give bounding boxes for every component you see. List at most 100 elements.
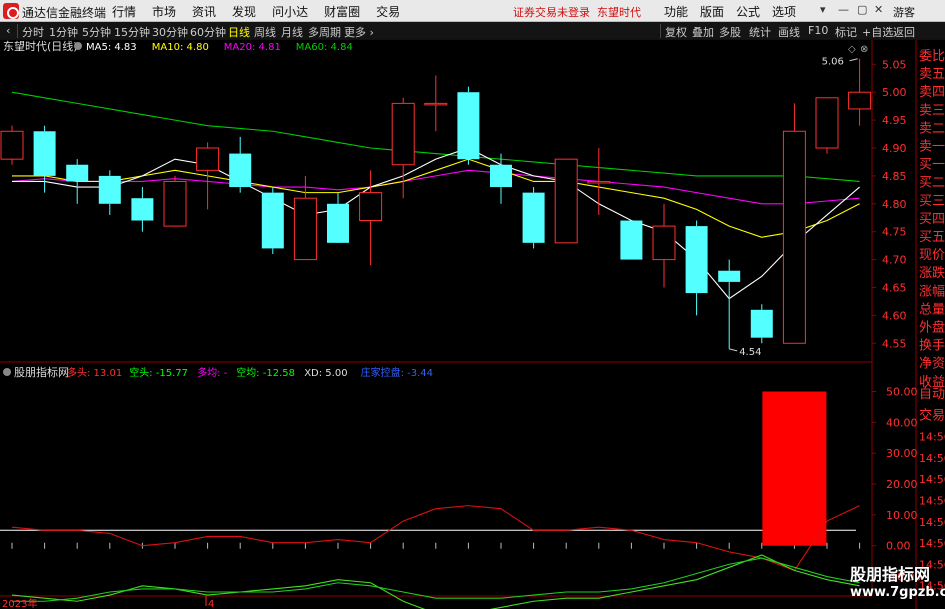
guest-label[interactable]: 游客 [893, 4, 915, 20]
side-tab2-5: 14:56 [919, 495, 945, 508]
tool-draw[interactable]: 画线 [778, 24, 800, 40]
x-label-year: 2023年 [2, 597, 37, 609]
price-tick-label: 4.95 [882, 114, 907, 127]
side-tab-12: 涨跌 [919, 265, 945, 281]
tool-adjust[interactable]: 复权 [665, 24, 687, 40]
chart-area[interactable]: 5.05 5.00 4.95 4.90 4.85 4.80 4.75 4.70 4.65 4.60… [0, 40, 945, 609]
price-tick-label: 4.75 [882, 226, 907, 239]
period-tab-weekly[interactable]: 周线 [254, 24, 276, 40]
toolbar-left-arrow-icon[interactable]: ‹ [6, 24, 10, 37]
candle [718, 259, 741, 349]
candle [685, 220, 708, 316]
tool-f10[interactable]: F10 [808, 24, 828, 37]
menu-function[interactable]: 功能 [664, 3, 688, 20]
side-tab-13: 涨幅 [919, 284, 945, 299]
side-tab-11: 现价 [919, 248, 945, 263]
candle-body [815, 97, 839, 149]
side-tab-8: 买三 [919, 194, 945, 209]
candle-body [750, 309, 773, 338]
menu-options[interactable]: 选项 [772, 3, 796, 20]
candle-body [848, 91, 872, 110]
candle-body [66, 164, 89, 182]
period-tab-15min[interactable]: 15分钟 [114, 24, 150, 40]
period-tab-60min[interactable]: 60分钟 [190, 24, 226, 40]
tool-add-watchlist[interactable]: +自选 [862, 24, 893, 40]
login-status[interactable]: 证券交易未登录 东望时代 [513, 4, 641, 20]
ind-tick-label: 20.00 [886, 478, 918, 491]
side-tab2-2: 14:56 [919, 431, 945, 444]
menu-formula[interactable]: 公式 [736, 3, 760, 20]
indicator-legend-0: 多头: 13.01 [67, 366, 122, 379]
price-tick-label: 4.85 [882, 170, 907, 183]
price-tick-label: 4.60 [882, 309, 907, 322]
ma-legend-2: MA20: 4.81 [224, 42, 281, 53]
candle [424, 75, 448, 132]
close-icon[interactable]: ✕ [874, 3, 883, 16]
side-tab2-1: 交易 [919, 407, 945, 423]
candle [163, 175, 187, 227]
side-tab-15: 外盘 [919, 320, 945, 336]
tool-overlay[interactable]: 叠加 [692, 24, 714, 40]
indicator-legend-1: 空头: -15.77 [129, 366, 188, 379]
period-tab-minute[interactable]: 分时 [22, 24, 44, 40]
tool-statistics[interactable]: 统计 [749, 24, 771, 40]
stock-label: 东望时代(日线) [3, 40, 78, 53]
tool-mark[interactable]: 标记 [835, 24, 857, 40]
minimize-icon[interactable]: — [838, 3, 849, 16]
period-tab-more[interactable]: 更多 › [344, 24, 374, 40]
side-tab2-3: 14:56 [919, 452, 945, 465]
menu-news[interactable]: 资讯 [192, 3, 216, 20]
ma-legend-0: MA5: 4.83 [86, 42, 137, 53]
window-list-icon[interactable]: ▾ [820, 3, 826, 16]
menu-discover[interactable]: 发现 [232, 3, 256, 20]
indicator-name: 股朋指标网 [14, 365, 69, 379]
period-tab-1min[interactable]: 1分钟 [49, 24, 78, 40]
candle-body [782, 130, 806, 344]
menu-ask[interactable]: 问小达 [272, 3, 308, 20]
menu-trade[interactable]: 交易 [376, 3, 400, 20]
side-tab-0: 委比 [919, 49, 945, 64]
candle-body [359, 192, 383, 222]
candle [848, 58, 872, 126]
candle-body [327, 203, 349, 243]
candle-body [196, 147, 220, 171]
side-tab-4: 卖二 [919, 121, 945, 136]
candle [261, 187, 284, 254]
side-tab2-0: 自动 [919, 387, 945, 402]
ind-tick-label: 10.00 [886, 509, 918, 522]
tool-multi-stock[interactable]: 多股 [719, 24, 741, 40]
panel-diamond-icon: ◇ [848, 44, 856, 55]
candle-body [163, 180, 187, 227]
menu-market[interactable]: 行情 [112, 3, 136, 20]
side-tab2-6: 14:56 [919, 516, 945, 529]
app-logo-icon [3, 3, 19, 19]
candle-body [33, 131, 56, 176]
candle [196, 142, 220, 210]
indicator-green2-line [12, 557, 860, 602]
period-tab-multi[interactable]: 多周期 [308, 24, 341, 40]
side-tab-9: 买四 [919, 212, 945, 227]
side-tab-3: 卖三 [919, 103, 945, 118]
candle-body [0, 130, 24, 160]
maximize-icon[interactable]: ▢ [857, 3, 867, 16]
period-toolbar: ‹ 分时 1分钟 5分钟 15分钟 30分钟 60分钟 日线 周线 月线 多周期… [0, 22, 945, 40]
period-tab-daily[interactable]: 日线 [228, 24, 250, 40]
tool-back[interactable]: 返回 [893, 24, 915, 40]
indicator-legend-4: XD: 5.00 [304, 368, 347, 379]
candle [522, 187, 545, 249]
period-tab-5min[interactable]: 5分钟 [82, 24, 111, 40]
menu-layout[interactable]: 版面 [700, 3, 724, 20]
candle-body [522, 192, 545, 243]
period-tab-monthly[interactable]: 月线 [281, 24, 303, 40]
ma-legend-3: MA60: 4.84 [296, 42, 353, 53]
menu-market2[interactable]: 市场 [152, 3, 176, 20]
side-tab-5: 卖一 [919, 140, 945, 155]
price-tick-label: 4.90 [882, 142, 907, 155]
period-tab-30min[interactable]: 30分钟 [152, 24, 188, 40]
menu-wealth[interactable]: 财富圈 [324, 3, 360, 20]
candle-body [620, 220, 643, 260]
candle-body [391, 102, 415, 166]
panel-close-icon: ⊗ [860, 44, 868, 55]
price-tick-label: 4.55 [882, 337, 907, 350]
candle [620, 220, 643, 260]
